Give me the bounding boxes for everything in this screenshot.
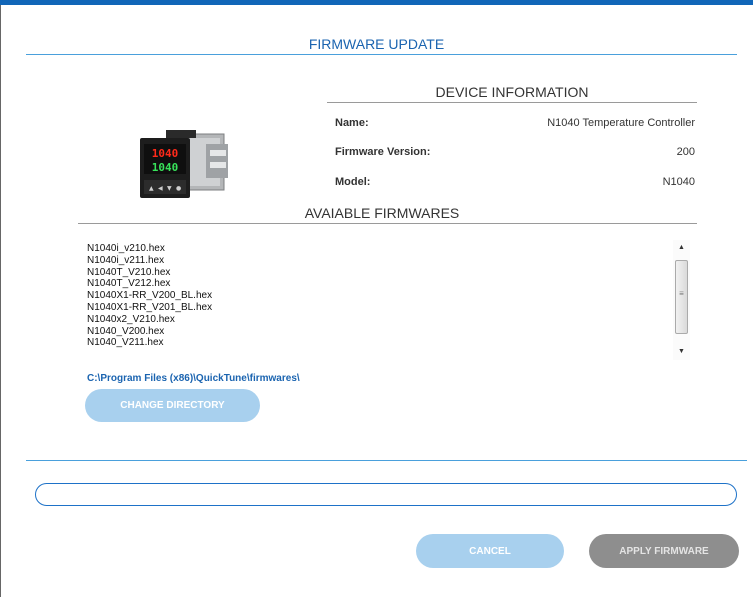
firmware-version-value: 200: [676, 146, 695, 158]
device-name-row: Name: N1040 Temperature Controller: [335, 117, 695, 133]
title-divider: [26, 54, 737, 55]
firmware-list-item[interactable]: N1040X1-RR_V201_BL.hex: [87, 302, 647, 314]
device-info-divider: [327, 102, 697, 103]
change-directory-button[interactable]: CHANGE DIRECTORY: [85, 389, 260, 422]
scroll-up-icon[interactable]: ▲: [673, 240, 690, 256]
firmware-list-item[interactable]: N1040_V200.hex: [87, 326, 647, 338]
firmware-list-scrollbar[interactable]: ▲ ≡ ▼: [673, 240, 690, 360]
scroll-down-icon[interactable]: ▼: [673, 344, 690, 360]
svg-text:●: ●: [176, 185, 181, 192]
svg-text:▼: ▼: [167, 185, 172, 192]
firmware-list-item[interactable]: N1040_V211.hex: [87, 337, 647, 349]
device-display-top: 1040: [152, 147, 179, 160]
firmware-directory-path: C:\Program Files (x86)\QuickTune\firmwar…: [87, 373, 300, 384]
firmware-list-item[interactable]: N1040T_V212.hex: [87, 278, 647, 290]
model-value: N1040: [662, 176, 695, 188]
device-display-bottom: 1040: [152, 161, 179, 174]
firmware-list[interactable]: N1040i_v210.hex N1040i_v211.hex N1040T_V…: [87, 243, 647, 360]
window-top-bar: [0, 0, 753, 5]
window-left-border: [0, 5, 1, 597]
device-name-label: Name:: [335, 117, 369, 129]
device-info-heading: DEVICE INFORMATION: [435, 84, 589, 100]
firmware-version-row: Firmware Version: 200: [335, 146, 695, 162]
page-title: FIRMWARE UPDATE: [308, 36, 445, 52]
firmware-list-item[interactable]: N1040i_v211.hex: [87, 255, 647, 267]
device-image: 1040 1040 ▲ ◀ ▼ ●: [140, 130, 228, 198]
available-firmwares-heading: AVAIABLE FIRMWARES: [304, 205, 460, 221]
firmware-list-item[interactable]: N1040X1-RR_V200_BL.hex: [87, 290, 647, 302]
firmware-version-label: Firmware Version:: [335, 146, 431, 158]
svg-text:▲: ▲: [149, 185, 154, 192]
cancel-button[interactable]: CANCEL: [416, 534, 564, 568]
apply-firmware-button[interactable]: APPLY FIRMWARE: [589, 534, 739, 568]
scroll-grip-icon: ≡: [679, 289, 684, 298]
model-label: Model:: [335, 176, 371, 188]
device-name-value: N1040 Temperature Controller: [547, 117, 695, 129]
model-row: Model: N1040: [335, 176, 695, 192]
firmwares-divider: [78, 223, 697, 224]
scrollbar-thumb[interactable]: ≡: [675, 260, 688, 334]
svg-text:◀: ◀: [158, 185, 163, 192]
update-progress-bar: [35, 483, 737, 506]
firmware-list-item[interactable]: N1040i_v210.hex: [87, 243, 647, 255]
firmware-list-item[interactable]: N1040T_V210.hex: [87, 267, 647, 279]
firmware-list-item[interactable]: N1040x2_V210.hex: [87, 314, 647, 326]
bottom-divider: [26, 460, 747, 461]
